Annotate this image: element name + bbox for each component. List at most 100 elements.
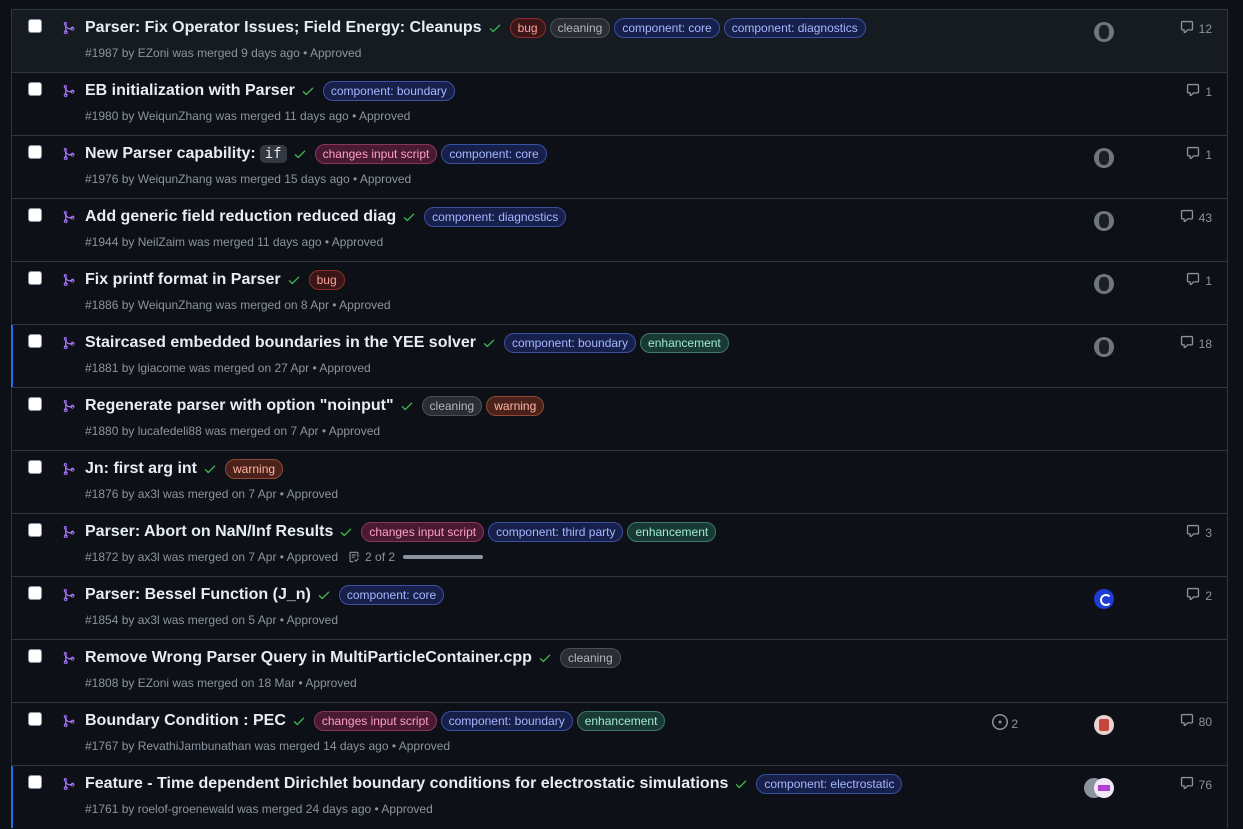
select-checkbox[interactable] bbox=[28, 19, 42, 33]
avatar[interactable] bbox=[1094, 337, 1114, 357]
label-tag[interactable]: component: diagnostics bbox=[424, 207, 567, 227]
avatar[interactable] bbox=[1094, 715, 1114, 735]
comments-link[interactable]: 12 bbox=[1180, 20, 1212, 37]
label-tag[interactable]: cleaning bbox=[559, 648, 621, 668]
select-checkbox[interactable] bbox=[28, 775, 42, 789]
label-tag[interactable]: cleaning bbox=[549, 18, 611, 38]
pull-request-row[interactable]: Staircased embedded boundaries in the YE… bbox=[11, 324, 1227, 387]
checks-passed-icon[interactable] bbox=[317, 588, 331, 602]
select-checkbox[interactable] bbox=[28, 712, 42, 726]
pr-title-link[interactable]: Remove Wrong Parser Query in MultiPartic… bbox=[85, 649, 532, 667]
pr-title-link[interactable]: EB initialization with Parser bbox=[85, 82, 295, 100]
pr-meta-text: #1761 by roelof-groenewald was merged 24… bbox=[85, 802, 433, 816]
label-tag[interactable]: enhancement bbox=[576, 711, 666, 731]
label-tag[interactable]: warning bbox=[225, 459, 284, 479]
avatar[interactable] bbox=[1094, 148, 1114, 168]
pr-title-link[interactable]: Parser: Fix Operator Issues; Field Energ… bbox=[85, 19, 482, 37]
label-tag[interactable]: component: boundary bbox=[440, 711, 573, 731]
merged-pr-icon bbox=[62, 84, 76, 98]
label-tag[interactable]: enhancement bbox=[627, 522, 717, 542]
select-checkbox[interactable] bbox=[28, 586, 42, 600]
checks-passed-icon[interactable] bbox=[734, 777, 748, 791]
pr-title-link[interactable]: Boundary Condition : PEC bbox=[85, 712, 286, 730]
comments-link[interactable]: 18 bbox=[1180, 335, 1212, 352]
label-tag[interactable]: component: third party bbox=[488, 522, 624, 542]
checks-passed-icon[interactable] bbox=[287, 273, 301, 287]
label-tag[interactable]: warning bbox=[486, 396, 545, 416]
pull-request-row[interactable]: Boundary Condition : PEC changes input sc… bbox=[12, 702, 1227, 765]
pull-request-row[interactable]: Parser: Bessel Function (J_n) component: … bbox=[12, 576, 1227, 639]
pull-request-row[interactable]: Regenerate parser with option "noinput" c… bbox=[12, 387, 1227, 450]
checks-passed-icon[interactable] bbox=[339, 525, 353, 539]
comments-link[interactable]: 80 bbox=[1180, 713, 1212, 730]
label-tag[interactable]: bug bbox=[308, 270, 345, 290]
comments-link[interactable]: 76 bbox=[1180, 776, 1212, 793]
pr-meta-text: #1854 by ax3l was merged on 5 Apr • Appr… bbox=[85, 613, 339, 627]
checks-passed-icon[interactable] bbox=[301, 84, 315, 98]
select-checkbox[interactable] bbox=[28, 208, 42, 222]
comments-link[interactable]: 3 bbox=[1186, 524, 1212, 541]
pr-title-link[interactable]: Parser: Bessel Function (J_n) bbox=[85, 586, 311, 604]
select-checkbox[interactable] bbox=[28, 460, 42, 474]
label-tag[interactable]: cleaning bbox=[421, 396, 483, 416]
pull-request-row[interactable]: EB initialization with Parser component: … bbox=[12, 72, 1227, 135]
checks-passed-icon[interactable] bbox=[482, 336, 496, 350]
label-tag[interactable]: component: boundary bbox=[322, 81, 455, 101]
pr-title-link[interactable]: Add generic field reduction reduced diag bbox=[85, 208, 396, 226]
linked-issues[interactable]: 2 bbox=[992, 714, 1018, 733]
pr-title-link[interactable]: New Parser capability: bbox=[85, 145, 256, 163]
comment-count: 80 bbox=[1198, 714, 1212, 729]
checks-passed-icon[interactable] bbox=[292, 714, 306, 728]
select-checkbox[interactable] bbox=[28, 334, 42, 348]
pr-title-link[interactable]: Jn: first arg int bbox=[85, 460, 197, 478]
comments-link[interactable]: 1 bbox=[1186, 83, 1212, 100]
label-tag[interactable]: component: core bbox=[338, 585, 445, 605]
avatar[interactable] bbox=[1094, 211, 1114, 231]
avatar[interactable] bbox=[1094, 589, 1114, 609]
select-checkbox[interactable] bbox=[28, 397, 42, 411]
label-tag[interactable]: component: core bbox=[441, 144, 547, 164]
pull-request-row[interactable]: Remove Wrong Parser Query in MultiPartic… bbox=[12, 639, 1227, 702]
comments-link[interactable]: 2 bbox=[1186, 587, 1212, 604]
checks-passed-icon[interactable] bbox=[293, 147, 307, 161]
pr-title-link[interactable]: Staircased embedded boundaries in the YE… bbox=[85, 334, 476, 352]
label-tag[interactable]: bug bbox=[509, 18, 546, 38]
merged-pr-icon bbox=[62, 714, 76, 728]
select-checkbox[interactable] bbox=[28, 271, 42, 285]
avatar[interactable] bbox=[1094, 274, 1114, 294]
avatar[interactable] bbox=[1094, 778, 1114, 798]
pr-title-link[interactable]: Fix printf format in Parser bbox=[85, 271, 281, 289]
checks-passed-icon[interactable] bbox=[488, 21, 502, 35]
pull-request-row[interactable]: Jn: first arg int warning #1876 by ax3l wa… bbox=[12, 450, 1227, 513]
label-tag[interactable]: enhancement bbox=[640, 333, 729, 353]
pr-title-link[interactable]: Parser: Abort on NaN/Inf Results bbox=[85, 523, 333, 541]
checks-passed-icon[interactable] bbox=[203, 462, 217, 476]
pull-request-row[interactable]: Feature - Time dependent Dirichlet bound… bbox=[11, 765, 1227, 828]
comment-icon bbox=[1180, 209, 1199, 226]
label-tag[interactable]: component: boundary bbox=[503, 333, 637, 353]
pull-request-row[interactable]: Fix printf format in Parser bug #1886 by W… bbox=[12, 261, 1227, 324]
select-checkbox[interactable] bbox=[28, 145, 42, 159]
comments-link[interactable]: 43 bbox=[1180, 209, 1212, 226]
pull-request-row[interactable]: Add generic field reduction reduced diag… bbox=[12, 198, 1227, 261]
avatar[interactable] bbox=[1094, 22, 1114, 42]
checks-passed-icon[interactable] bbox=[402, 210, 416, 224]
pr-title-link[interactable]: Feature - Time dependent Dirichlet bound… bbox=[85, 775, 728, 793]
label-tag[interactable]: component: core bbox=[614, 18, 720, 38]
label-tag[interactable]: component: electrostatic bbox=[756, 774, 903, 794]
checks-passed-icon[interactable] bbox=[400, 399, 414, 413]
select-checkbox[interactable] bbox=[28, 649, 42, 663]
pr-title-link[interactable]: Regenerate parser with option "noinput" bbox=[85, 397, 394, 415]
checks-passed-icon[interactable] bbox=[538, 651, 552, 665]
comments-link[interactable]: 1 bbox=[1186, 272, 1212, 289]
label-tag[interactable]: changes input script bbox=[314, 144, 438, 164]
pull-request-row[interactable]: New Parser capability: if changes input sc… bbox=[12, 135, 1227, 198]
label-tag[interactable]: component: diagnostics bbox=[723, 18, 866, 38]
pull-request-row[interactable]: Parser: Abort on NaN/Inf Results changes … bbox=[12, 513, 1227, 576]
select-checkbox[interactable] bbox=[28, 523, 42, 537]
comments-link[interactable]: 1 bbox=[1186, 146, 1212, 163]
select-checkbox[interactable] bbox=[28, 82, 42, 96]
pull-request-row[interactable]: Parser: Fix Operator Issues; Field Energ… bbox=[12, 9, 1227, 72]
label-tag[interactable]: changes input script bbox=[313, 711, 437, 731]
label-tag[interactable]: changes input script bbox=[361, 522, 485, 542]
